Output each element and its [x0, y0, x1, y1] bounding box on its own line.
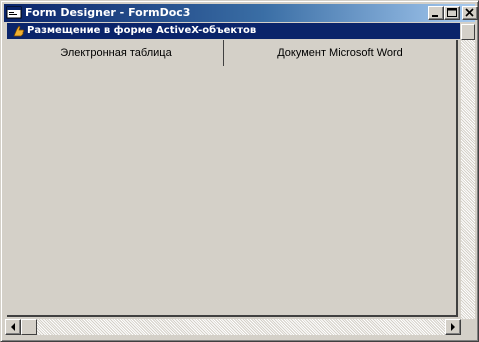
close-button[interactable] [462, 6, 478, 20]
size-grip[interactable] [461, 319, 475, 335]
window-title: Form Designer - FormDoc3 [25, 6, 191, 19]
form-designer-window: Form Designer - FormDoc3 Размещение в фо… [0, 0, 479, 342]
vertical-scroll-track[interactable] [461, 39, 475, 319]
scroll-right-button[interactable] [445, 319, 461, 335]
title-bar[interactable]: Form Designer - FormDoc3 [4, 4, 478, 22]
minimize-button[interactable] [428, 6, 444, 20]
close-icon [465, 8, 474, 17]
pointing-hand-icon [12, 24, 26, 38]
form-designer-icon[interactable] [6, 5, 22, 21]
vertical-scroll-thumb[interactable] [461, 24, 475, 40]
scroll-left-button[interactable] [5, 319, 21, 335]
horizontal-scroll-thumb[interactable] [21, 319, 37, 335]
arrow-left-icon [11, 323, 15, 331]
form-caption-bar[interactable]: Размещение в форме ActiveX-объектов [7, 23, 460, 39]
form-caption-text: Размещение в форме ActiveX-объектов [27, 25, 257, 36]
vertical-scrollbar[interactable] [461, 23, 475, 319]
word-document-activex-control[interactable]: Документ Microsoft Word [225, 40, 455, 66]
arrow-right-icon [451, 323, 455, 331]
maximize-button[interactable] [444, 6, 460, 20]
minimize-icon [432, 15, 438, 17]
horizontal-scrollbar[interactable] [5, 319, 461, 335]
maximize-icon [447, 8, 457, 17]
spreadsheet-activex-control[interactable]: Электронная таблица [9, 40, 224, 66]
form-body[interactable]: Электронная таблица Документ Microsoft W… [7, 40, 458, 317]
form-design-surface[interactable]: Размещение в форме ActiveX-объектов Элек… [5, 23, 475, 318]
